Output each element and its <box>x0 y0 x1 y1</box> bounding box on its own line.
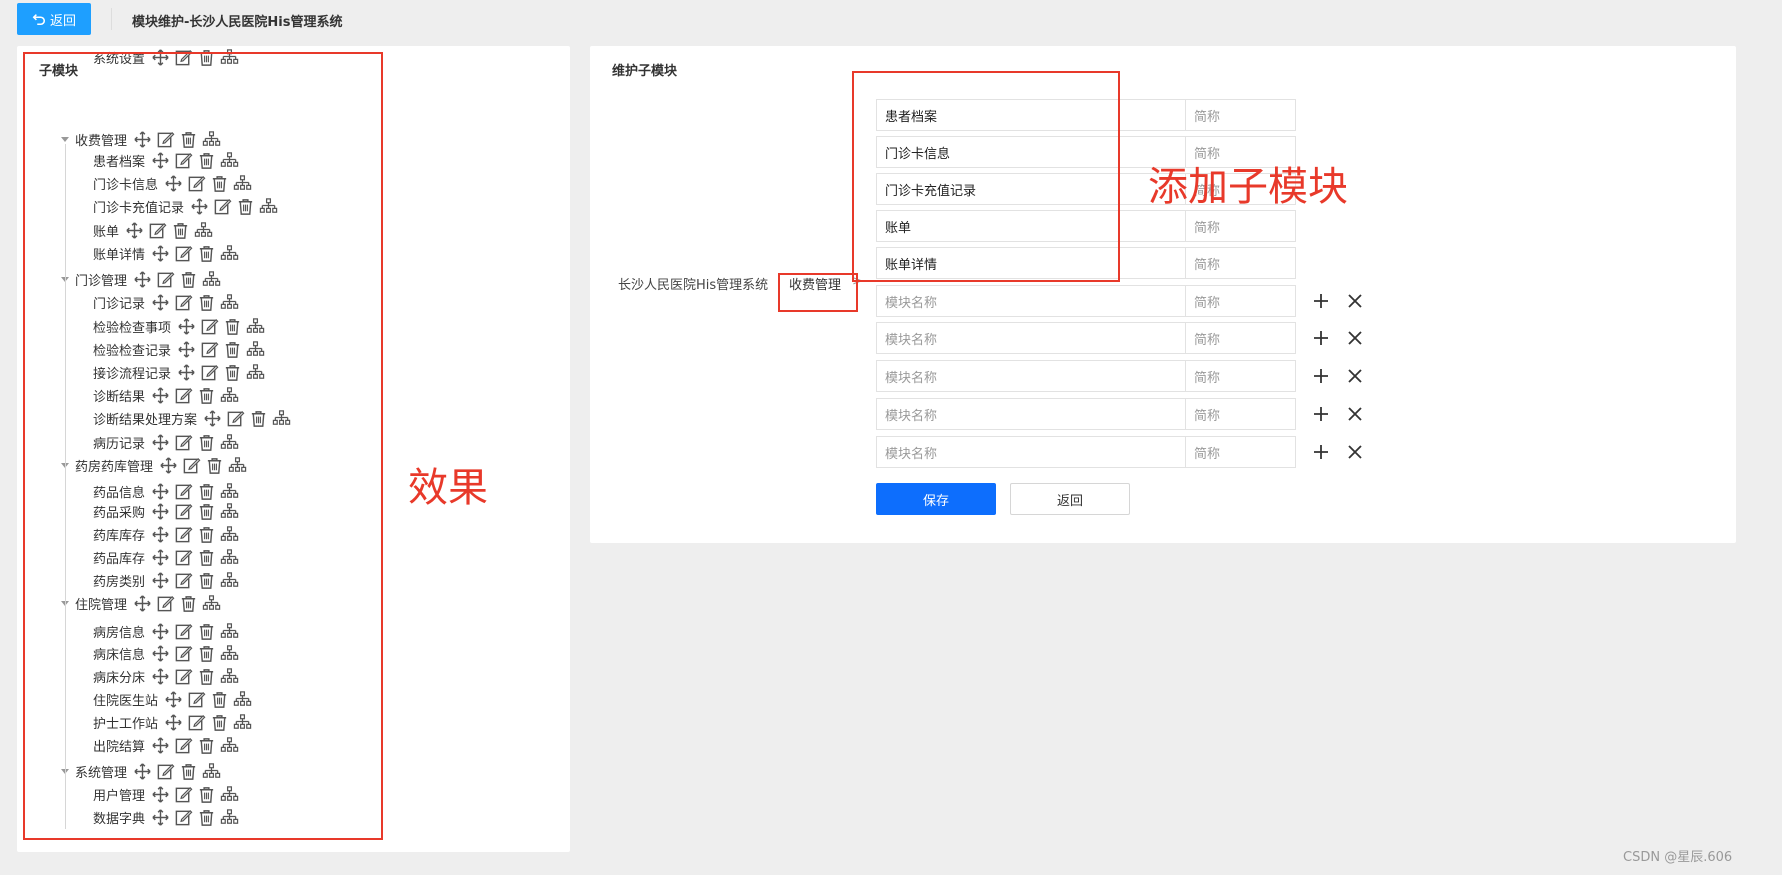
abbreviation-input[interactable]: 简称 <box>1186 285 1296 317</box>
row-actions <box>1310 327 1366 349</box>
abbreviation-input[interactable]: 简称 <box>1186 322 1296 354</box>
back-button[interactable]: 返回 <box>17 3 91 35</box>
abbreviation-input[interactable]: 简称 <box>1186 398 1296 430</box>
module-name-input[interactable]: 模块名称 <box>876 360 1186 392</box>
abbreviation-input[interactable]: 简称 <box>1186 247 1296 279</box>
plus-icon[interactable] <box>1310 441 1332 463</box>
plus-icon[interactable] <box>1310 290 1332 312</box>
page-title: 模块维护-长沙人民医院His管理系统 <box>132 15 343 30</box>
submodule-row: 模块名称 简称 <box>876 398 1366 430</box>
plus-icon[interactable] <box>1310 365 1332 387</box>
row-actions <box>1310 441 1366 463</box>
annotation-add-submodule: 添加子模块 <box>1148 164 1348 210</box>
plus-icon[interactable] <box>1310 403 1332 425</box>
abbreviation-input[interactable]: 简称 <box>1186 99 1296 131</box>
module-name-input[interactable]: 模块名称 <box>876 322 1186 354</box>
breadcrumb-root: 长沙人民医院His管理系统 <box>618 278 769 293</box>
annotation-effect: 效果 <box>408 465 488 511</box>
undo-icon <box>32 14 46 26</box>
return-button[interactable]: 返回 <box>1010 483 1130 515</box>
submodule-row: 模块名称 简称 <box>876 285 1366 317</box>
close-icon[interactable] <box>1344 290 1366 312</box>
watermark: CSDN @星辰.606 <box>1623 850 1733 865</box>
row-actions <box>1310 403 1366 425</box>
top-bar: 返回 模块维护-长沙人民医院His管理系统 <box>0 0 1782 40</box>
annotation-box-tree <box>23 52 383 840</box>
close-icon[interactable] <box>1344 365 1366 387</box>
abbreviation-input[interactable]: 简称 <box>1186 436 1296 468</box>
module-name-input[interactable]: 模块名称 <box>876 285 1186 317</box>
back-button-label: 返回 <box>49 13 76 29</box>
divider <box>111 8 112 30</box>
plus-icon[interactable] <box>1310 327 1332 349</box>
close-icon[interactable] <box>1344 327 1366 349</box>
submodule-row: 模块名称 简称 <box>876 360 1366 392</box>
annotation-box-existing <box>852 71 1120 282</box>
row-actions <box>1310 365 1366 387</box>
annotation-box-breadcrumb <box>778 273 858 312</box>
submodule-row: 模块名称 简称 <box>876 436 1366 468</box>
abbreviation-input[interactable]: 简称 <box>1186 360 1296 392</box>
abbreviation-input[interactable]: 简称 <box>1186 210 1296 242</box>
maintain-panel-title: 维护子模块 <box>612 64 678 79</box>
maintain-panel: 维护子模块 长沙人民医院His管理系统 收费管理 > 患者档案 简称 门诊卡信息 简称… <box>590 46 1736 543</box>
close-icon[interactable] <box>1344 441 1366 463</box>
close-icon[interactable] <box>1344 403 1366 425</box>
module-name-input[interactable]: 模块名称 <box>876 398 1186 430</box>
row-actions <box>1310 290 1366 312</box>
module-name-input[interactable]: 模块名称 <box>876 436 1186 468</box>
submodule-row: 模块名称 简称 <box>876 322 1366 354</box>
save-button[interactable]: 保存 <box>876 483 996 515</box>
